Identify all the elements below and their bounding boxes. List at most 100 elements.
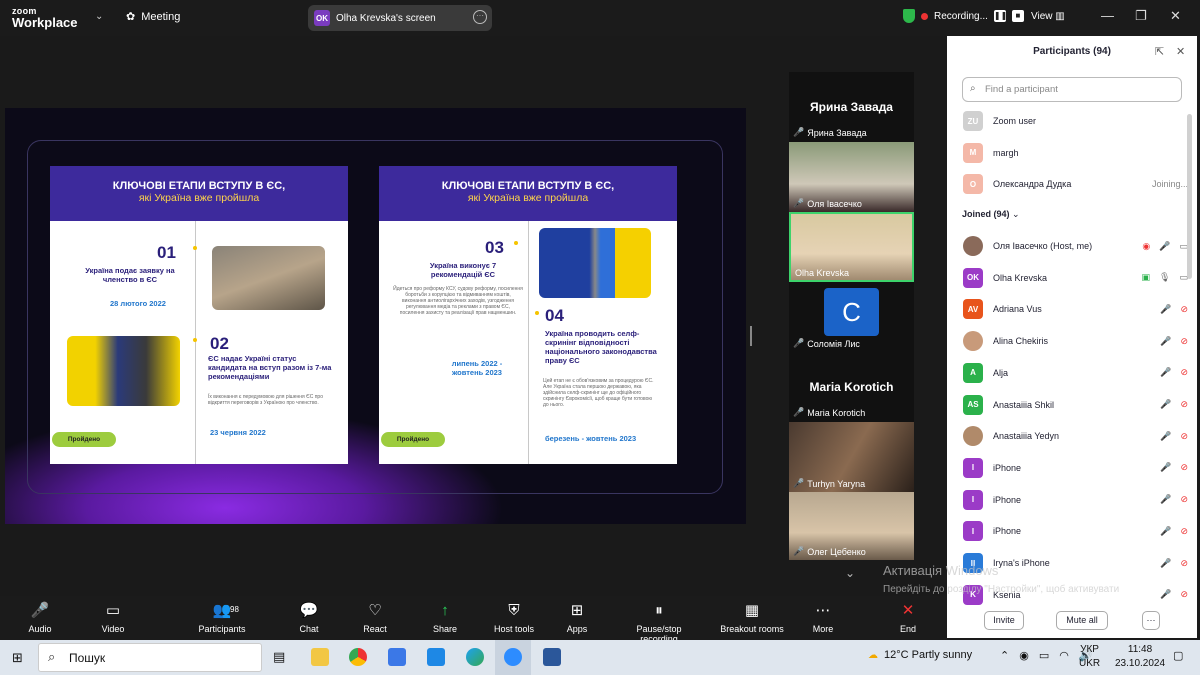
timeline-dot [535,311,539,315]
participant-row[interactable]: О Олександра Дудка Joining... [963,172,1188,196]
toolbar-breakout-rooms-button[interactable]: ▦ Breakout rooms [712,602,792,634]
toolbar-video-button[interactable]: ▭ Video [73,602,153,634]
camera-off-icon[interactable]: ⊘ [1180,589,1188,600]
video-tile[interactable]: Maria Korotich 🎤 Maria Korotich [789,352,914,422]
toolbar-label: React [363,624,387,634]
notification-icon[interactable]: ▢ [1173,649,1183,662]
toolbar-label: Participants [198,624,246,634]
camera-off-icon[interactable]: ⊘ [1180,526,1188,537]
participant-row[interactable]: AS Anastaiiia Shkil 🎤 ⊘ [963,393,1188,417]
chevron-down-icon[interactable]: ⌄ [95,11,103,22]
camera-off-icon[interactable]: ⊘ [1180,462,1188,473]
more-options-button[interactable]: ··· [1142,611,1160,630]
weather-widget[interactable]: ☁ 12°C Partly sunny [868,649,972,661]
muted-mic-icon[interactable]: 🎤 [1160,399,1171,410]
participant-row[interactable]: OK Olha Krevska ▣ 🎙 ▭ [963,266,1188,290]
toolbar-pause-stop-recording-button[interactable]: ⏸ Pause/stop recording [619,602,699,644]
muted-mic-icon[interactable]: 🎤 [1160,367,1171,378]
participant-label: Ярина Завада [807,127,867,138]
muted-mic-icon[interactable]: 🎤 [1160,462,1171,473]
participant-row[interactable]: IiPhone 🎤 ⊘ [963,488,1188,512]
store-icon[interactable] [388,648,406,666]
joined-header[interactable]: Joined (94) ⌄ [962,209,1020,220]
meeting-button[interactable]: ✿ Meeting [126,10,180,24]
video-tile[interactable]: Ярина Завада 🎤 Ярина Завада [789,72,914,142]
participant-controls: 🎤 ⊘ [1160,462,1188,473]
zoom-taskbar-active[interactable] [495,640,531,675]
file-explorer-icon[interactable] [311,648,329,666]
video-tile[interactable]: 🎤 Оля Івасечко [789,142,914,212]
chevron-up-icon[interactable]: ⌃ [1000,649,1009,662]
participant-row[interactable]: Mmargh [963,141,1188,165]
muted-mic-icon[interactable]: 🎤 [1160,304,1171,315]
popout-icon[interactable]: ⇱ [1155,45,1164,58]
resize-handle[interactable] [750,326,752,346]
mute-all-button[interactable]: Mute all [1056,611,1108,630]
video-tile-active[interactable]: Olha Krevska [789,212,914,282]
participant-row[interactable]: Anastaiiia Yedyn 🎤 ⊘ [963,424,1188,448]
camera-off-icon[interactable]: ⊘ [1180,494,1188,505]
video-tile[interactable]: 🎤 Олег Цебенко [789,492,914,560]
invite-button[interactable]: Invite [984,611,1024,630]
more-icon[interactable]: ··· [473,10,487,24]
language-indicator[interactable]: УКР UKR [1079,643,1100,671]
task-view-icon[interactable]: ▤ [273,649,285,665]
toolbar-audio-button[interactable]: 🎤 Audio [0,602,80,634]
video-tile[interactable]: C 🎤 Соломія Лис [789,282,914,352]
muted-mic-icon[interactable]: 🎤 [1160,494,1171,505]
toolbar-end-button[interactable]: ✕ End [868,602,948,634]
edge-icon[interactable] [466,648,484,666]
maximize-icon[interactable]: ❐ [1135,8,1147,24]
camera-icon[interactable]: ◉ [1019,649,1029,662]
camera-off-icon[interactable]: ⊘ [1180,558,1188,569]
toolbar-participants-button[interactable]: 👥 Participants 98 [182,602,262,634]
word-icon[interactable] [543,648,561,666]
participant-row[interactable]: IiPhone 🎤 ⊘ [963,456,1188,480]
chrome-icon[interactable] [349,648,367,666]
mic-icon[interactable]: 🎙 [1159,272,1170,283]
muted-mic-icon[interactable]: 🎤 [1160,526,1171,537]
participant-controls: 🎤 ⊘ [1160,494,1188,505]
chevron-down-icon[interactable]: ⌄ [845,566,855,580]
taskbar-search[interactable]: ⌕ Пошук [38,643,262,672]
muted-mic-icon[interactable]: 🎤 [1160,589,1171,600]
muted-mic-icon[interactable]: 🎤 [1159,241,1170,252]
windows-start-icon[interactable]: ⊞ [12,650,23,666]
view-button[interactable]: View ▥ [1031,11,1065,22]
participant-row[interactable]: IiPhone 🎤 ⊘ [963,519,1188,543]
muted-mic-icon: 🎤 [793,407,805,417]
close-panel-icon[interactable]: ✕ [1176,45,1185,58]
scrollbar[interactable] [1187,114,1192,279]
participant-row[interactable]: A Alja 🎤 ⊘ [963,361,1188,385]
close-icon[interactable]: ✕ [1170,8,1181,24]
participant-row[interactable]: Оля Івасечко (Host, me) ◉ 🎤 ▭ [963,234,1188,258]
camera-off-icon[interactable]: ⊘ [1180,431,1188,442]
toolbar-apps-button[interactable]: ⊞ Apps [537,602,617,634]
camera-off-icon[interactable]: ⊘ [1180,336,1188,347]
mail-icon[interactable] [427,648,445,666]
toolbar-share-button[interactable]: ↑ Share [405,602,485,634]
video-tile[interactable]: 🎤 Turhyn Yaryna [789,422,914,492]
participant-row[interactable]: Alina Chekiris 🎤 ⊘ [963,329,1188,353]
clock[interactable]: 11:48 23.10.2024 [1115,643,1165,671]
muted-mic-icon[interactable]: 🎤 [1160,431,1171,442]
muted-mic-icon[interactable]: 🎤 [1160,558,1171,569]
battery-icon[interactable]: ▭ [1039,649,1049,662]
meeting-toolbar: 🎤 Audio ▭ Video 👥 Participants 98 💬 Chat ♡ React ↑ S… [0,596,948,644]
screen-share-pill[interactable]: OK Olha Krevska's screen ··· [308,5,492,31]
participant-row[interactable]: AV Adriana Vus 🎤 ⊘ [963,297,1188,321]
muted-mic-icon[interactable]: 🎤 [1160,336,1171,347]
toolbar-react-button[interactable]: ♡ React [335,602,415,634]
participant-row[interactable]: ZU Zoom user [963,109,1188,133]
minimize-icon[interactable]: — [1101,8,1114,23]
toolbar-more-button[interactable]: ⋯ More [783,602,863,634]
camera-off-icon[interactable]: ⊘ [1180,399,1188,410]
pause-recording-icon[interactable]: ❚❚ [993,10,1007,22]
slide-title: КЛЮЧОВІ ЕТАПИ ВСТУПУ В ЄС, [441,180,615,192]
stop-recording-icon[interactable]: ■ [1011,10,1024,22]
camera-off-icon[interactable]: ⊘ [1180,367,1188,378]
wifi-icon[interactable]: ◠ [1059,649,1069,662]
participant-search-input[interactable]: ⌕ Find a participant [962,77,1182,102]
participant-label: Оля Івасечко [807,198,862,209]
camera-off-icon[interactable]: ⊘ [1180,304,1188,315]
